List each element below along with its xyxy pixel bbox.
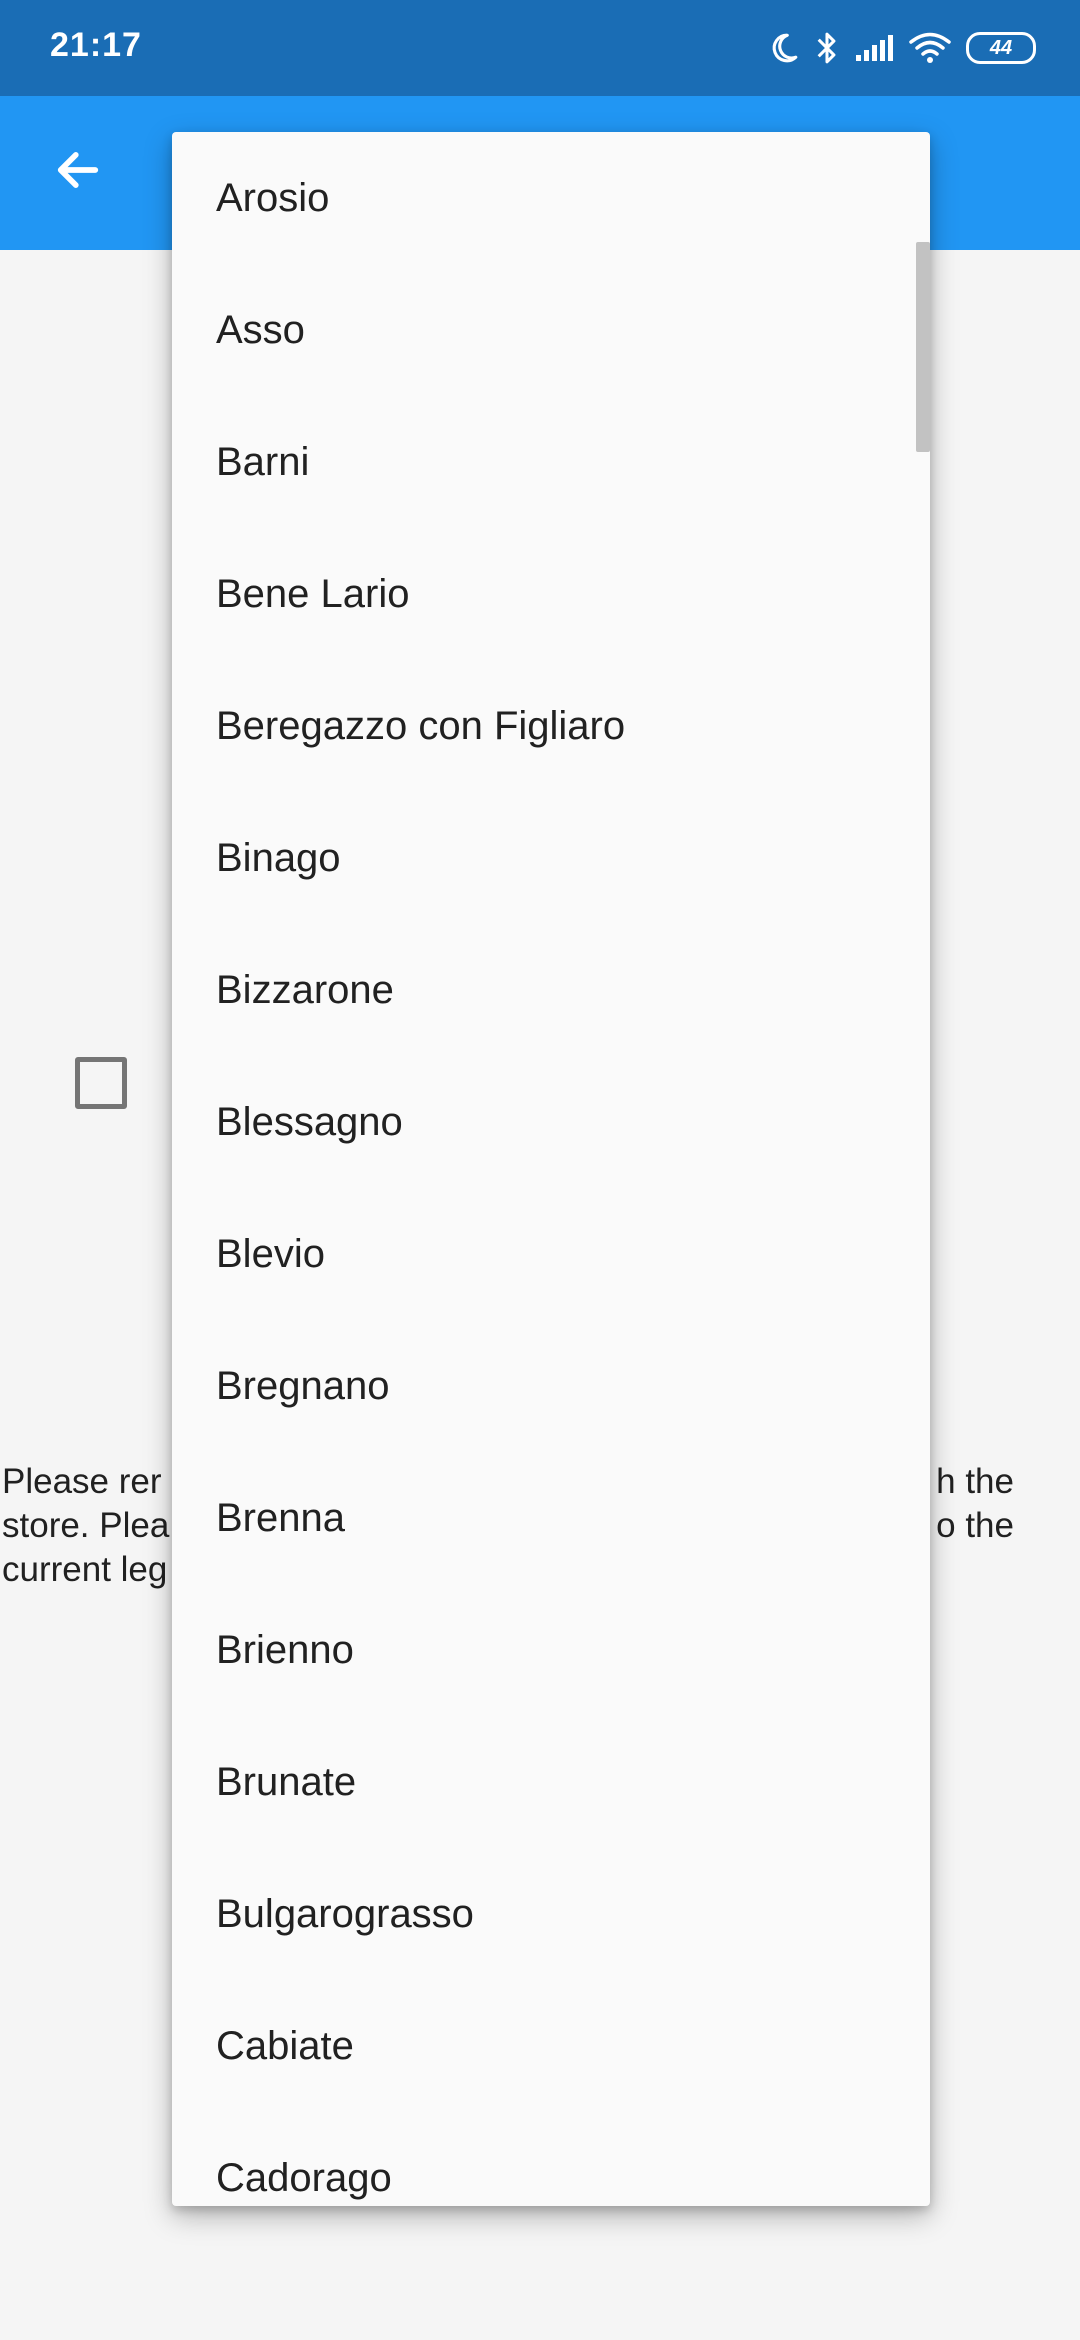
notice-text-left: current leg bbox=[2, 1550, 168, 1589]
dropdown-item[interactable]: Beregazzo con Figliaro bbox=[172, 660, 930, 792]
dropdown-item[interactable]: Blevio bbox=[172, 1188, 930, 1320]
battery-icon: 44 bbox=[966, 32, 1036, 64]
dropdown-item[interactable]: Cabiate bbox=[172, 1980, 930, 2112]
moon-icon bbox=[766, 31, 800, 65]
notice-text-left: store. Plea bbox=[2, 1506, 170, 1545]
status-bar: 21:17 44 bbox=[0, 0, 1080, 96]
municipality-dropdown-menu[interactable]: Arosio Asso Barni Bene Lario Beregazzo c… bbox=[172, 132, 930, 2206]
back-button[interactable] bbox=[42, 136, 114, 208]
dropdown-item[interactable]: Asso bbox=[172, 264, 930, 396]
wifi-icon bbox=[908, 31, 952, 65]
dropdown-item[interactable]: Bene Lario bbox=[172, 528, 930, 660]
scrollbar-thumb[interactable] bbox=[916, 242, 930, 452]
dropdown-item[interactable]: Blessagno bbox=[172, 1056, 930, 1188]
bluetooth-icon bbox=[814, 30, 840, 66]
dropdown-item[interactable]: Bregnano bbox=[172, 1320, 930, 1452]
dropdown-item[interactable]: Barni bbox=[172, 396, 930, 528]
dropdown-item[interactable]: Brunate bbox=[172, 1716, 930, 1848]
dropdown-item[interactable]: Bulgarograsso bbox=[172, 1848, 930, 1980]
dropdown-item[interactable]: Cadorago bbox=[172, 2112, 930, 2206]
dropdown-list: Arosio Asso Barni Bene Lario Beregazzo c… bbox=[172, 132, 930, 2206]
dropdown-item[interactable]: Brenna bbox=[172, 1452, 930, 1584]
status-time: 21:17 bbox=[50, 26, 142, 64]
dropdown-item[interactable]: Brienno bbox=[172, 1584, 930, 1716]
notice-text-right: h the bbox=[936, 1462, 1014, 1501]
signal-icon bbox=[854, 33, 894, 63]
notice-text-left: Please rer bbox=[2, 1462, 162, 1501]
arrow-back-icon bbox=[52, 144, 104, 201]
consent-checkbox[interactable] bbox=[75, 1057, 127, 1109]
dropdown-item[interactable]: Binago bbox=[172, 792, 930, 924]
notice-text-right: o the bbox=[936, 1506, 1014, 1545]
dropdown-item[interactable]: Arosio bbox=[172, 132, 930, 264]
status-icons: 44 bbox=[766, 26, 1036, 70]
dropdown-item[interactable]: Bizzarone bbox=[172, 924, 930, 1056]
